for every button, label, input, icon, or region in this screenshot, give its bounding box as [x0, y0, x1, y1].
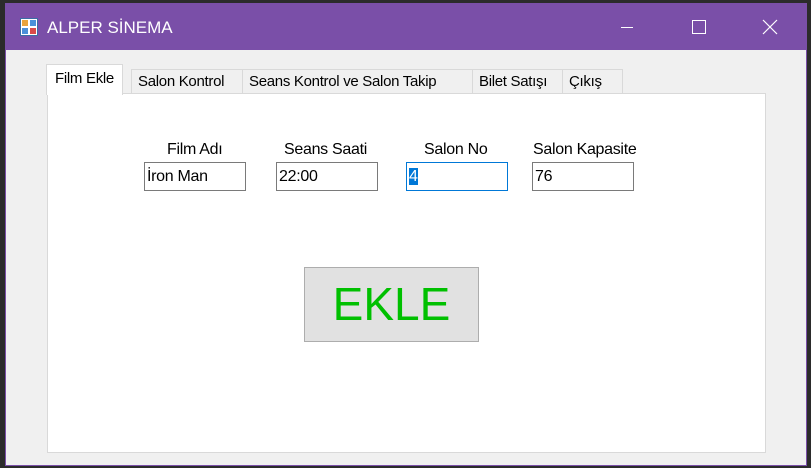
salon-no-field[interactable]: 4: [406, 162, 508, 191]
tab-seans-kontrol[interactable]: Seans Kontrol ve Salon Takip: [242, 69, 473, 93]
minimize-button[interactable]: [592, 4, 662, 50]
title-bar[interactable]: ALPER SİNEMA: [6, 4, 806, 50]
salon-no-label: Salon No: [424, 141, 488, 158]
ekle-button[interactable]: EKLE: [304, 267, 479, 342]
app-icon: [20, 18, 38, 36]
minimize-icon: [621, 27, 633, 28]
close-icon: [762, 19, 778, 35]
film-adi-label: Film Adı: [167, 141, 223, 158]
salon-kapasite-value: 76: [535, 168, 553, 185]
tab-film-ekle[interactable]: Film Ekle: [46, 64, 123, 95]
seans-saati-field[interactable]: 22:00: [276, 162, 378, 191]
close-button[interactable]: [735, 4, 805, 50]
window-title: ALPER SİNEMA: [47, 18, 173, 37]
tab-page-film-ekle: Film Adı İron Man Seans Saati 22:00 Salo…: [47, 93, 766, 453]
tab-bilet-satisi[interactable]: Bilet Satışı: [472, 69, 563, 93]
salon-kapasite-label: Salon Kapasite: [533, 141, 637, 158]
film-adi-field[interactable]: İron Man: [144, 162, 246, 191]
salon-no-value: 4: [409, 168, 418, 185]
maximize-icon: [692, 20, 706, 34]
seans-saati-value: 22:00: [279, 168, 318, 185]
maximize-button[interactable]: [664, 4, 734, 50]
film-adi-value: İron Man: [147, 168, 208, 185]
tab-cikis[interactable]: Çıkış: [562, 69, 623, 93]
tab-salon-kontrol[interactable]: Salon Kontrol: [131, 69, 243, 93]
seans-saati-label: Seans Saati: [284, 141, 367, 158]
salon-kapasite-field[interactable]: 76: [532, 162, 634, 191]
main-window: ALPER SİNEMA Film Ekle Salon Kontrol Sea…: [5, 3, 807, 466]
